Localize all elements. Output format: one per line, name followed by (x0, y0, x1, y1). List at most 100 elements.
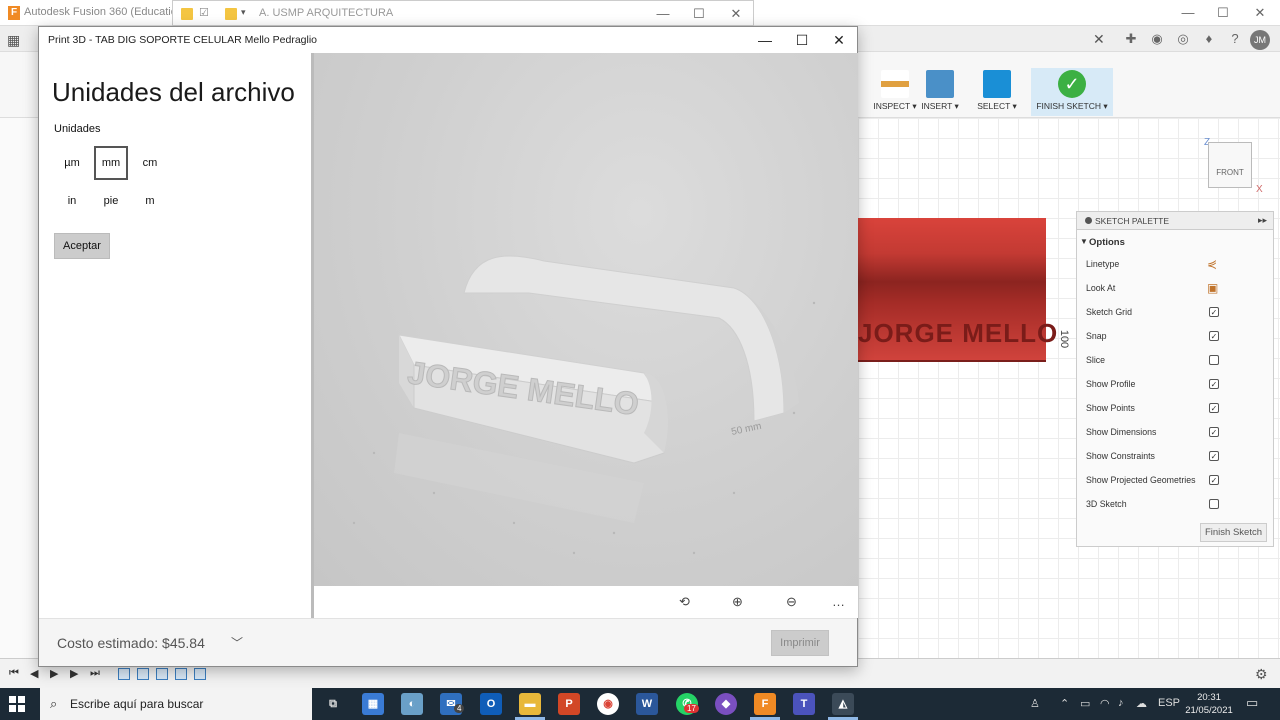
palette-checkbox[interactable]: ✓ (1209, 403, 1219, 413)
explorer-maximize-button[interactable]: ☐ (681, 1, 717, 27)
windows-start-icon[interactable] (9, 696, 25, 712)
palette-finish-sketch-button[interactable]: Finish Sketch (1199, 523, 1267, 542)
action-center-icon[interactable]: ▭ (1246, 695, 1258, 711)
phone-stand-model: JORGE MELLO 50 mm (352, 255, 816, 555)
network-icon[interactable]: ▭ (1080, 697, 1090, 710)
new-folder-icon[interactable] (225, 8, 237, 20)
explorer-minimize-button[interactable]: — (645, 1, 681, 27)
print-3d-titlebar[interactable]: Print 3D - TAB DIG SOPORTE CELULAR Mello… (39, 27, 857, 53)
page-title: Unidades del archivo (52, 77, 295, 107)
word-icon[interactable]: W (636, 693, 658, 715)
print-maximize-button[interactable]: ☐ (784, 27, 820, 53)
timeline-play-icon[interactable]: ▶ (50, 667, 58, 680)
wifi-icon[interactable]: ◠ (1100, 697, 1110, 710)
unit-option[interactable]: mm (94, 146, 128, 180)
palette-checkbox[interactable] (1209, 355, 1219, 365)
timeline-first-icon[interactable]: ⏮ (9, 667, 19, 680)
timeline-feature[interactable] (156, 668, 168, 680)
timeline-feature[interactable] (137, 668, 149, 680)
app-grid-icon[interactable]: ▦ (7, 32, 20, 49)
timeline-feature[interactable] (175, 668, 187, 680)
print-3d-title: Print 3D - TAB DIG SOPORTE CELULAR Mello… (48, 34, 318, 46)
print-3d-window: Print 3D - TAB DIG SOPORTE CELULAR Mello… (38, 26, 858, 667)
timeline-prev-icon[interactable]: ◀ (30, 667, 38, 680)
print-close-button[interactable]: ✕ (821, 27, 857, 53)
zoom-in-icon[interactable]: ⊕ (732, 594, 743, 610)
options-section[interactable]: ▼ Options (1077, 230, 1273, 252)
model-preview[interactable]: JORGE MELLO 50 mm (311, 53, 858, 586)
gear-icon[interactable]: ⚙ (1255, 666, 1268, 683)
accept-button[interactable]: Aceptar (54, 233, 110, 259)
fusion-maximize-button[interactable]: ☐ (1205, 0, 1241, 26)
avatar[interactable]: JM (1250, 30, 1270, 50)
document-tab-close-icon[interactable]: ✕ (1093, 31, 1105, 48)
palette-checkbox[interactable]: ✓ (1209, 451, 1219, 461)
explorer-titlebar[interactable]: ☑ ▾ A. USMP ARQUITECTURA — ☐ ✕ (172, 0, 754, 26)
app-icon[interactable]: ◆ (715, 693, 737, 715)
sketch-body-red[interactable]: JORGE MELLO (858, 218, 1057, 362)
zoom-out-icon[interactable]: ⊖ (786, 594, 797, 610)
timeline-feature[interactable] (194, 668, 206, 680)
palette-row: Show Profile ✓ (1086, 379, 1219, 389)
fusion-minimize-button[interactable]: — (1170, 0, 1206, 26)
language-indicator[interactable]: ESP (1158, 697, 1180, 709)
people-icon[interactable]: ♙ (1030, 697, 1040, 710)
estimated-cost[interactable]: Costo estimado: $45.84 (57, 635, 205, 651)
print-minimize-button[interactable]: — (747, 27, 783, 53)
outlook-icon[interactable]: O (480, 693, 502, 715)
expand-icon[interactable]: ▸▸ (1258, 215, 1267, 226)
palette-checkbox[interactable]: ✓ (1209, 307, 1219, 317)
checkmark-icon: ✓ (1058, 70, 1086, 98)
chevron-down-icon[interactable]: ﹀ (231, 634, 243, 651)
look-at-icon[interactable]: ▣ (1207, 281, 1218, 295)
timeline-feature[interactable] (118, 668, 130, 680)
palette-checkbox[interactable]: ✓ (1209, 475, 1219, 485)
calculator-icon[interactable]: ▦ (362, 693, 384, 715)
select-menu[interactable]: SELECT ▾ (962, 68, 1032, 116)
app-icon[interactable]: ◐ (401, 693, 423, 715)
file-explorer-icon[interactable]: ▬ (519, 693, 541, 715)
unit-option[interactable]: m (133, 184, 167, 218)
cloud-icon[interactable]: ☁ (1136, 697, 1147, 710)
palette-checkbox[interactable]: ✓ (1209, 331, 1219, 341)
help-icon[interactable]: ? (1226, 30, 1244, 48)
properties-icon[interactable]: ☑ (199, 6, 209, 19)
task-view-icon[interactable]: ⧉ (322, 693, 344, 715)
powerpoint-icon[interactable]: P (558, 693, 580, 715)
print3d-taskbar-icon[interactable]: ◭ (832, 693, 854, 715)
select-cursor-icon (983, 70, 1011, 98)
volume-icon[interactable]: ♪ (1118, 697, 1124, 709)
unit-option[interactable]: cm (133, 146, 167, 180)
unit-option[interactable]: pie (94, 184, 128, 218)
notifications-icon[interactable]: ♦ (1200, 30, 1218, 48)
unit-option[interactable]: µm (55, 146, 89, 180)
finish-sketch-menu[interactable]: ✓ FINISH SKETCH ▾ (1031, 68, 1113, 116)
extensions-icon[interactable]: ◉ (1148, 30, 1166, 48)
timeline-last-icon[interactable]: ⏭ (90, 667, 100, 680)
chrome-icon[interactable]: ◉ (597, 693, 619, 715)
system-clock[interactable]: 20:31 21/05/2021 (1184, 691, 1234, 717)
viewcube[interactable]: FRONT (1208, 142, 1252, 188)
rotate-view-icon[interactable]: ⟲ (679, 594, 690, 610)
palette-checkbox[interactable]: ✓ (1209, 379, 1219, 389)
quick-access-dropdown-icon[interactable]: ▾ (241, 7, 246, 18)
print-button[interactable]: Imprimir (771, 630, 829, 656)
chevron-up-icon[interactable]: ⌃ (1060, 697, 1069, 710)
palette-checkbox[interactable]: ✓ (1209, 427, 1219, 437)
sketch-palette-header[interactable]: SKETCH PALETTE ▸▸ (1077, 212, 1273, 230)
dimension-label[interactable]: 100 (1058, 330, 1070, 348)
taskbar-search-input[interactable]: ⌕ Escribe aquí para buscar (40, 688, 312, 720)
fusion-close-button[interactable]: ✕ (1242, 0, 1278, 26)
teams-icon[interactable]: T (793, 693, 815, 715)
job-status-icon[interactable]: ◎ (1174, 30, 1192, 48)
collapse-icon[interactable] (1085, 217, 1092, 224)
explorer-close-button[interactable]: ✕ (718, 1, 754, 27)
linetype-icon[interactable]: ⋞ (1207, 257, 1217, 271)
palette-row: 3D Sketch (1077, 492, 1273, 516)
fusion-taskbar-icon[interactable]: F (754, 693, 776, 715)
more-options-icon[interactable]: … (832, 594, 845, 609)
unit-option[interactable]: in (55, 184, 89, 218)
timeline-next-icon[interactable]: ▶ (70, 667, 78, 680)
palette-checkbox[interactable] (1209, 499, 1219, 509)
new-tab-icon[interactable]: ✚ (1122, 30, 1140, 48)
